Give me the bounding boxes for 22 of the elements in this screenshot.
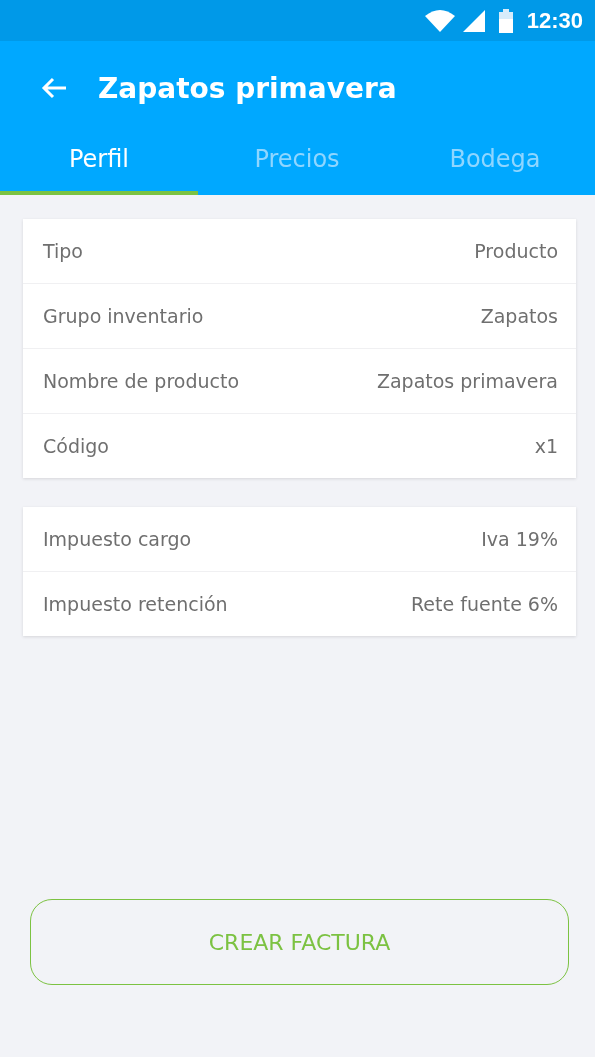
field-label: Grupo inventario [43,305,204,327]
signal-icon [462,9,485,32]
tab[interactable]: Precios [198,135,396,195]
field-label: Impuesto cargo [43,528,192,550]
battery-icon [498,8,513,33]
field-value: Rete fuente 6% [411,593,558,615]
create-invoice-button[interactable]: CREAR FACTURA [30,899,569,985]
tab[interactable]: Perfil [0,135,198,195]
clock-time: 12:30 [526,7,583,34]
field-label: Impuesto retención [43,593,228,615]
field-value: Iva 19% [481,528,558,550]
wifi-icon [424,9,455,32]
screen-title: Zapatos primavera [98,71,397,105]
field-label: Nombre de producto [43,370,240,392]
back-arrow-icon[interactable] [40,76,68,100]
field-value: x1 [534,435,558,457]
field-value: Producto [474,240,558,262]
field-label: Tipo [43,240,83,262]
field-value: Zapatos primavera [376,370,558,392]
field-label: Código [43,435,109,457]
tab[interactable]: Bodega [396,135,594,195]
field-value: Zapatos [480,305,558,327]
